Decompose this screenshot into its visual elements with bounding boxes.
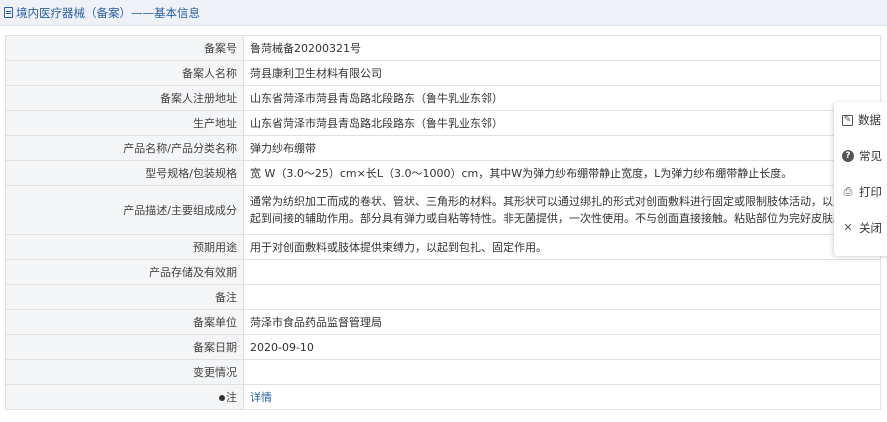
side-item-label: 数据 [858, 113, 881, 127]
row-value: 山东省菏泽市菏县青岛路北段路东（鲁牛乳业东邻） [243, 110, 881, 136]
row-value: 弹力纱布绷带 [243, 135, 881, 161]
help-icon: ? [842, 150, 854, 162]
row-label: 产品名称/产品分类名称 [5, 135, 244, 161]
row-label: 备案号 [5, 35, 244, 61]
row-label: 备案单位 [5, 309, 244, 335]
table-row: 备注 [5, 284, 881, 310]
table-row: 备案人注册地址 山东省菏泽市菏县青岛路北段路东（鲁牛乳业东邻） [5, 85, 881, 111]
row-value: 菏县康利卫生材料有限公司 [243, 60, 881, 86]
document-icon [4, 7, 13, 18]
row-value: 菏泽市食品药品监督管理局 [243, 309, 881, 335]
table-row: 变更情况 [5, 359, 881, 385]
row-label: 产品描述/主要组成成分 [5, 185, 244, 235]
table-row: 备案单位 菏泽市食品药品监督管理局 [5, 309, 881, 335]
row-label: 生产地址 [5, 110, 244, 136]
row-label: 预期用途 [5, 234, 244, 260]
table-row: 备案号 鲁菏械备20200321号 [5, 35, 881, 61]
faq-button[interactable]: ? 常见 [834, 138, 887, 174]
info-table: 备案号 鲁菏械备20200321号 备案人名称 菏县康利卫生材料有限公司 备案人… [5, 35, 881, 410]
page-header: 境内医疗器械（备案）——基本信息 [0, 0, 887, 26]
note-label-cell: 注 [5, 384, 244, 410]
note-label: 注 [226, 390, 237, 404]
row-value: 用于对创面敷料或肢体提供束缚力，以起到包扎、固定作用。 [243, 234, 881, 260]
row-value [243, 359, 881, 385]
table-row: 生产地址 山东省菏泽市菏县青岛路北段路东（鲁牛乳业东邻） [5, 110, 881, 136]
row-value: 鲁菏械备20200321号 [243, 35, 881, 61]
side-item-label: 打印 [859, 185, 882, 199]
close-icon: ✕ [843, 221, 853, 234]
table-row: 产品名称/产品分类名称 弹力纱布绷带 [5, 135, 881, 161]
row-label: 产品存储及有效期 [5, 259, 244, 285]
print-icon: ⎙ [843, 185, 853, 198]
row-label: 备案人注册地址 [5, 85, 244, 111]
table-row: 产品存储及有效期 [5, 259, 881, 285]
print-button[interactable]: ⎙ 打印 [834, 174, 887, 210]
table-row: 备案人名称 菏县康利卫生材料有限公司 [5, 60, 881, 86]
table-row: 注 详情 [5, 384, 881, 410]
row-value: 宽 W（3.0～25）cm×长L（3.0～1000）cm，其中W为弹力纱布绷带静… [243, 160, 881, 186]
row-label: 备案人名称 [5, 60, 244, 86]
row-label: 变更情况 [5, 359, 244, 385]
side-toolbar: ✎ 数据 ? 常见 ⎙ 打印 ✕ 关闭 [834, 102, 887, 256]
table-row: 预期用途 用于对创面敷料或肢体提供束缚力，以起到包扎、固定作用。 [5, 234, 881, 260]
table-row: 备案日期 2020-09-10 [5, 334, 881, 360]
row-value: 2020-09-10 [243, 334, 881, 360]
row-label: 备案日期 [5, 334, 244, 360]
row-value [243, 259, 881, 285]
side-item-label: 常见 [859, 149, 882, 163]
row-value: 山东省菏泽市菏县青岛路北段路东（鲁牛乳业东邻） [243, 85, 881, 111]
side-item-label: 关闭 [859, 221, 882, 235]
row-value [243, 284, 881, 310]
pin-icon [219, 394, 225, 401]
table-row: 产品描述/主要组成成分 通常为纺织加工而成的卷状、管状、三角形的材料。其形状可以… [5, 185, 881, 235]
row-value: 通常为纺织加工而成的卷状、管状、三角形的材料。其形状可以通过绑扎的形式对创面敷料… [243, 185, 881, 235]
table-row: 型号规格/包装规格 宽 W（3.0～25）cm×长L（3.0～1000）cm，其… [5, 160, 881, 186]
row-label: 型号规格/包装规格 [5, 160, 244, 186]
info-table-container: 备案号 鲁菏械备20200321号 备案人名称 菏县康利卫生材料有限公司 备案人… [5, 35, 881, 410]
details-link[interactable]: 详情 [250, 391, 272, 404]
row-label: 备注 [5, 284, 244, 310]
edit-icon: ✎ [842, 114, 853, 126]
page-title: 境内医疗器械（备案）——基本信息 [16, 5, 200, 20]
note-value-cell: 详情 [243, 384, 881, 410]
close-button[interactable]: ✕ 关闭 [834, 210, 887, 246]
data-correction-button[interactable]: ✎ 数据 [834, 102, 887, 138]
